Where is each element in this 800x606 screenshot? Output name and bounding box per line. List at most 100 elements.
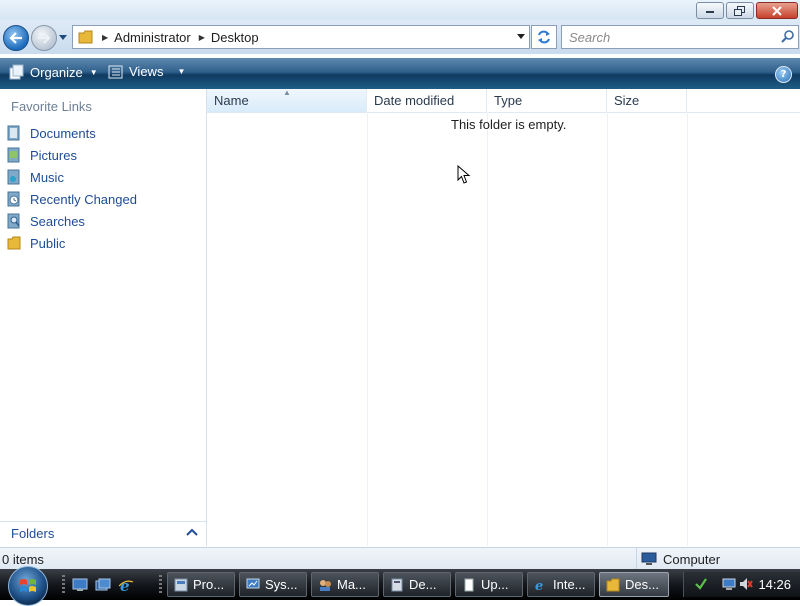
- address-dropdown-icon[interactable]: [516, 33, 526, 41]
- favorite-link-label: Public: [30, 235, 66, 251]
- internet-explorer-icon[interactable]: e: [118, 577, 134, 593]
- music-icon: [6, 169, 22, 185]
- taskbar-button-label: Pro...: [193, 577, 225, 592]
- documents-icon: [6, 125, 22, 141]
- taskbar-button-internet[interactable]: e Inte...: [527, 572, 595, 597]
- organize-button[interactable]: Organize ▼: [8, 64, 98, 80]
- taskbar-button-label: Sys...: [265, 577, 298, 592]
- column-header-date-modified[interactable]: Date modified: [367, 89, 487, 112]
- forward-arrow-icon: [38, 32, 51, 44]
- public-folder-icon: [6, 235, 22, 251]
- column-divider: [367, 112, 368, 546]
- pictures-icon: [6, 147, 22, 163]
- refresh-icon: [538, 30, 550, 44]
- views-icon: [108, 65, 123, 78]
- favorite-link-pictures[interactable]: Pictures: [6, 144, 137, 166]
- column-header-size[interactable]: Size: [607, 89, 687, 112]
- column-header-type[interactable]: Type: [487, 89, 607, 112]
- window-title-bar: [0, 0, 800, 20]
- taskbar-button-program[interactable]: Pro...: [167, 572, 235, 597]
- file-list-pane[interactable]: ▲ Name Date modified Type Size This fold…: [207, 88, 800, 546]
- taskbar-button-label: De...: [409, 577, 437, 592]
- volume-muted-icon[interactable]: [739, 577, 753, 591]
- minimize-button[interactable]: [696, 2, 724, 19]
- window-controls: [696, 2, 798, 19]
- breadcrumb-administrator[interactable]: Administrator: [114, 30, 191, 45]
- breadcrumb-separator-icon[interactable]: ▶: [199, 33, 205, 42]
- folders-toggle[interactable]: Folders: [0, 521, 206, 546]
- taskbar-button-update[interactable]: Up...: [455, 572, 523, 597]
- search-input[interactable]: [567, 28, 771, 46]
- favorite-links-list: Documents Pictures Music Recently Change…: [6, 122, 137, 254]
- favorite-links-header: Favorite Links: [11, 99, 92, 114]
- restore-icon: [734, 5, 745, 16]
- taskbar: e Pro... Sys... Ma... De... Up... e Inte…: [0, 566, 800, 606]
- forward-button[interactable]: [31, 25, 57, 51]
- taskbar-button-label: Inte...: [553, 577, 586, 592]
- close-icon: [772, 5, 782, 16]
- back-button[interactable]: [3, 25, 29, 51]
- favorite-link-label: Recently Changed: [30, 191, 137, 207]
- switch-windows-icon[interactable]: [95, 577, 111, 593]
- restore-button[interactable]: [726, 2, 754, 19]
- taskbar-button-system[interactable]: Sys...: [239, 572, 307, 597]
- security-check-icon[interactable]: [694, 577, 708, 591]
- favorite-link-label: Music: [30, 169, 64, 185]
- column-header-name[interactable]: ▲ Name: [207, 88, 367, 112]
- close-button[interactable]: [756, 2, 798, 19]
- navigation-pane: Favorite Links Documents Pictures Music …: [0, 89, 207, 546]
- refresh-button[interactable]: [531, 25, 557, 49]
- favorite-link-recently-changed[interactable]: Recently Changed: [6, 188, 137, 210]
- taskbar-button-desktop[interactable]: Des...: [599, 572, 669, 597]
- taskbar-button-device[interactable]: De...: [383, 572, 451, 597]
- folder-icon: [605, 577, 621, 593]
- recent-pages-dropdown-icon[interactable]: [58, 34, 68, 42]
- organize-dropdown-icon: ▼: [89, 67, 98, 77]
- clock[interactable]: 14:26: [758, 577, 791, 592]
- windows-logo-icon: [20, 579, 36, 592]
- favorite-link-documents[interactable]: Documents: [6, 122, 137, 144]
- mouse-pointer-icon: [457, 165, 471, 184]
- program-icon: [173, 577, 189, 593]
- network-icon[interactable]: [722, 577, 736, 591]
- views-button[interactable]: Views ▼: [108, 64, 185, 79]
- column-header-row: ▲ Name Date modified Type Size: [207, 88, 800, 113]
- column-label: Type: [494, 93, 523, 108]
- start-button[interactable]: [8, 566, 48, 606]
- command-toolbar: Organize ▼ Views ▼ ?: [0, 58, 800, 89]
- searches-icon: [6, 213, 22, 229]
- taskbar-grip[interactable]: [159, 575, 162, 595]
- column-divider: [687, 112, 688, 546]
- notification-area: 14:26: [683, 572, 800, 597]
- chevron-up-icon: [186, 528, 198, 536]
- users-icon: [317, 577, 333, 593]
- help-button[interactable]: ?: [775, 66, 792, 83]
- address-bar[interactable]: ▶ Administrator ▶ Desktop: [72, 25, 530, 49]
- search-icon[interactable]: [781, 30, 794, 43]
- status-zone: Computer: [636, 548, 800, 570]
- show-desktop-icon[interactable]: [72, 577, 88, 593]
- favorite-link-label: Searches: [30, 213, 85, 229]
- column-label: Size: [614, 93, 640, 108]
- taskbar-button-label: Des...: [625, 577, 659, 592]
- taskbar-button-label: Up...: [481, 577, 509, 592]
- favorite-link-searches[interactable]: Searches: [6, 210, 137, 232]
- minimize-icon: [706, 10, 714, 13]
- views-dropdown-icon: ▼: [177, 67, 186, 76]
- column-label: Name: [214, 93, 249, 108]
- breadcrumb-separator-icon[interactable]: ▶: [102, 33, 108, 42]
- status-zone-label: Computer: [663, 551, 721, 567]
- organize-label: Organize: [30, 64, 83, 80]
- breadcrumb-desktop[interactable]: Desktop: [211, 30, 259, 45]
- views-label: Views: [129, 64, 164, 79]
- search-box[interactable]: [561, 25, 799, 49]
- quick-launch-grip[interactable]: [62, 575, 65, 595]
- favorite-link-label: Pictures: [30, 147, 77, 163]
- taskbar-button-manage[interactable]: Ma...: [311, 572, 379, 597]
- favorite-link-label: Documents: [30, 125, 96, 141]
- favorite-link-public[interactable]: Public: [6, 232, 137, 254]
- favorite-link-music[interactable]: Music: [6, 166, 137, 188]
- taskbar-button-label: Ma...: [337, 577, 366, 592]
- sort-ascending-icon: ▲: [283, 88, 291, 97]
- svg-text:e: e: [535, 579, 543, 592]
